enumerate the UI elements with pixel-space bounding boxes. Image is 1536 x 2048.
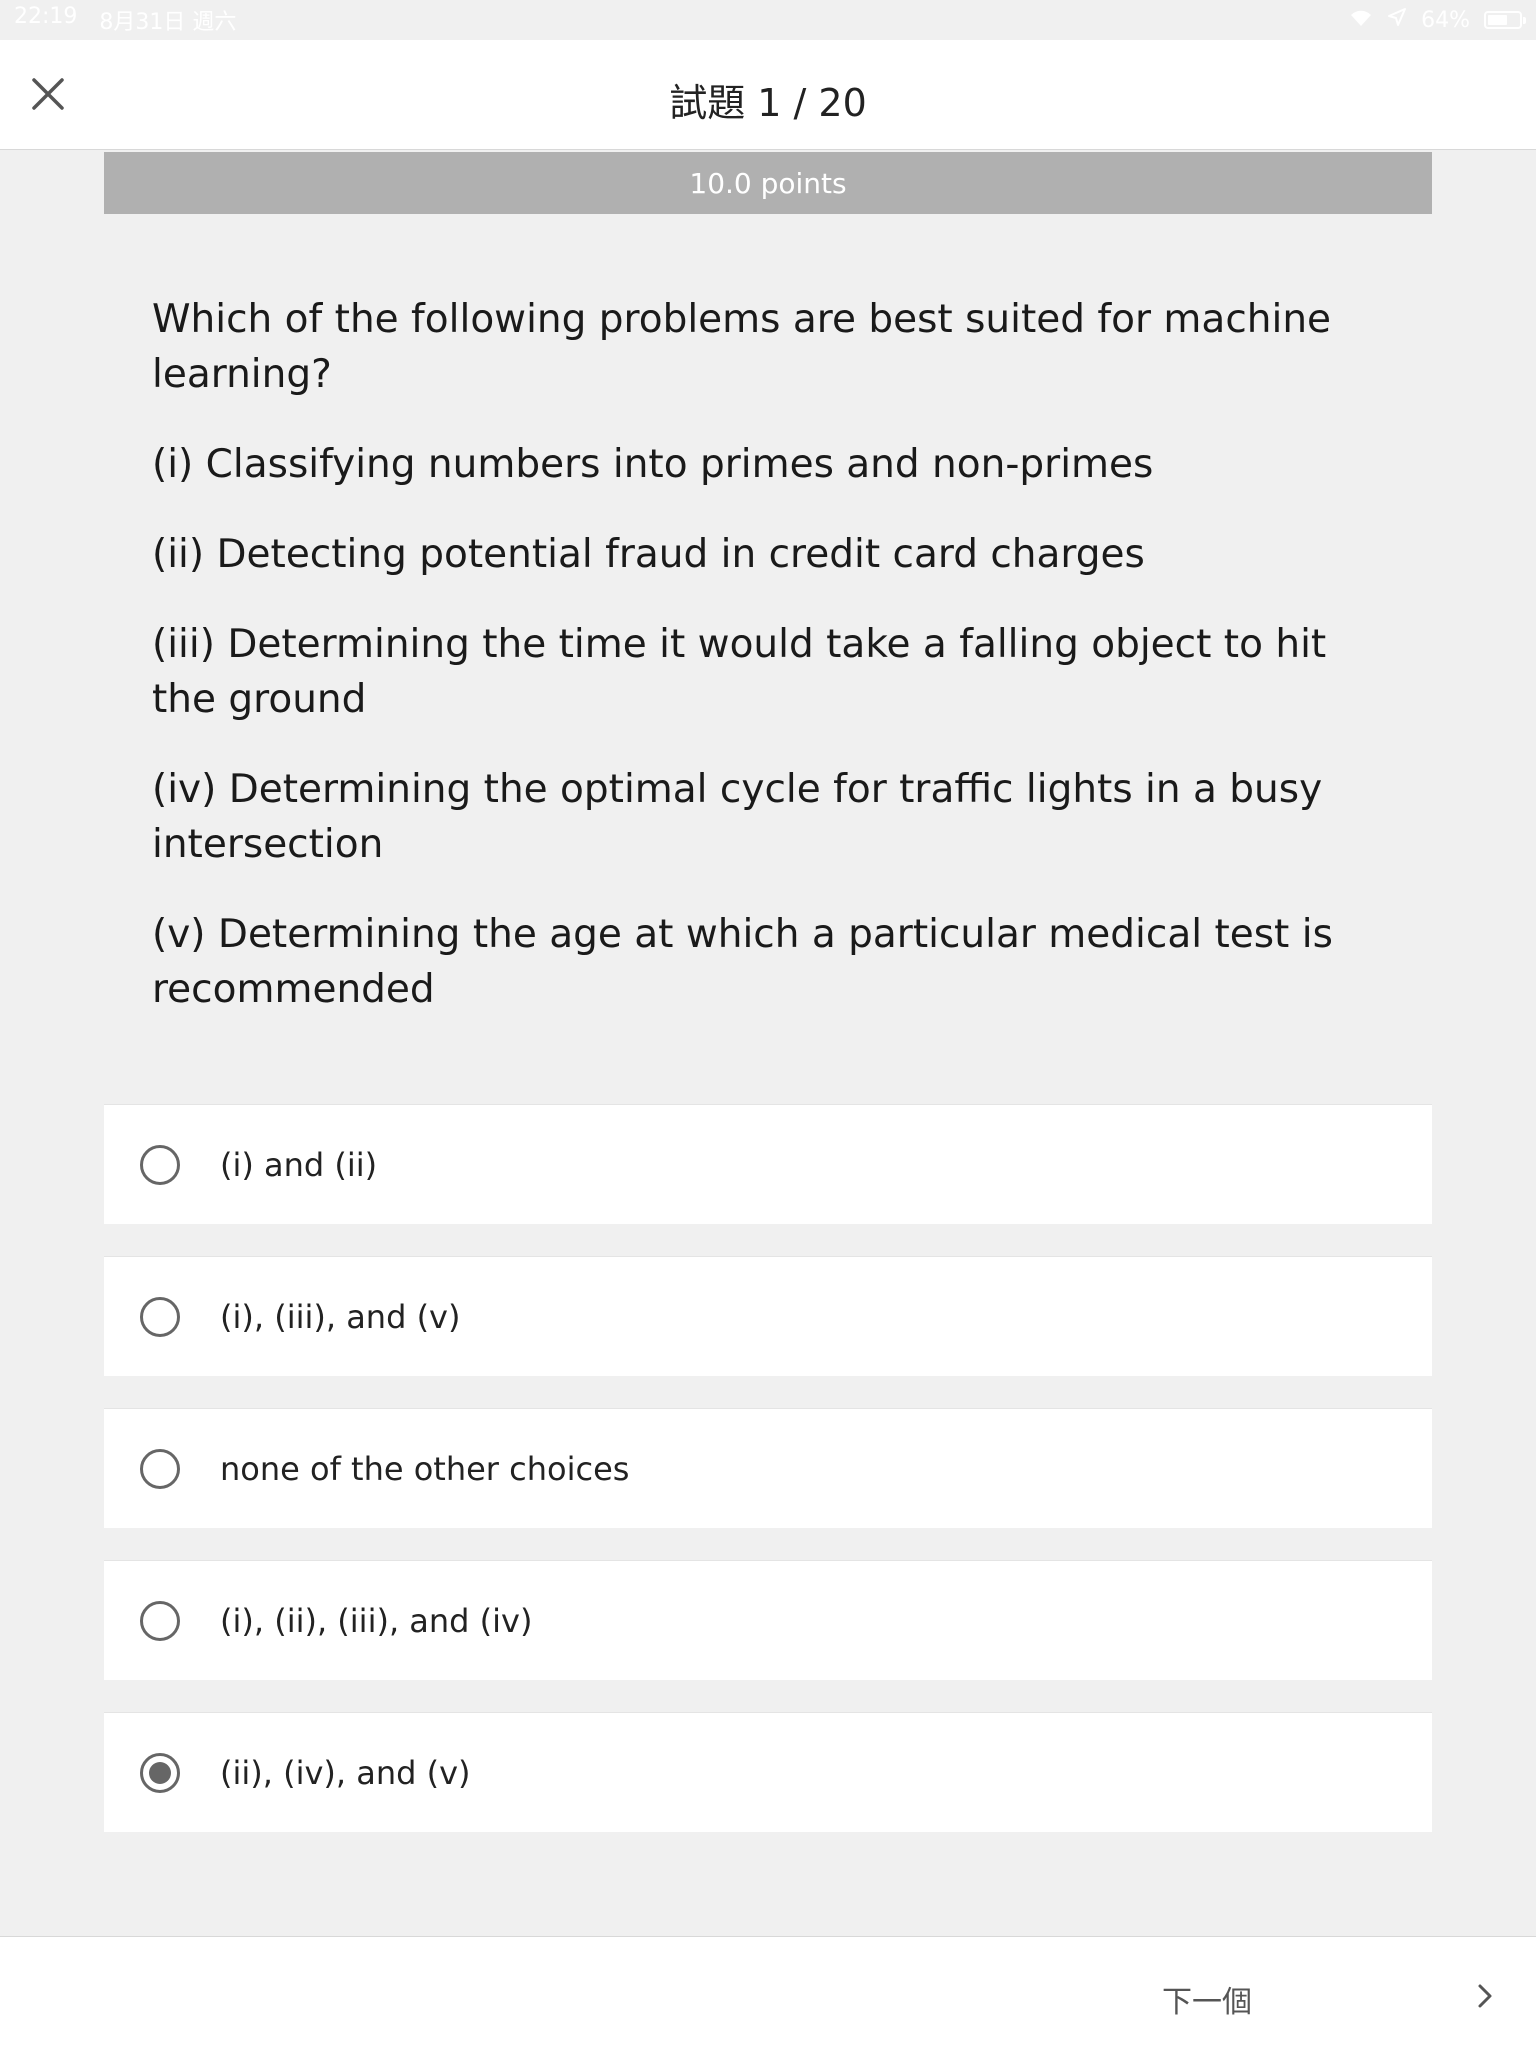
choice-label: (i) and (ii) (220, 1145, 378, 1184)
choice-label: none of the other choices (220, 1449, 630, 1488)
status-right: 64% (1349, 7, 1526, 33)
chevron-right-icon[interactable] (1470, 1981, 1500, 2011)
points-label: 10.0 points (689, 166, 847, 200)
points-banner: 10.0 points (104, 152, 1432, 214)
choice-label: (i), (ii), (iii), and (iv) (220, 1601, 533, 1640)
radio-button[interactable] (140, 1448, 180, 1489)
question-item: (iii) Determining the time it would take… (152, 622, 1327, 722)
choice-label: (i), (iii), and (v) (220, 1297, 461, 1336)
battery-level (1488, 15, 1508, 25)
answer-choice[interactable]: (ii), (iv), and (v) (104, 1712, 1432, 1832)
question-body: Which of the following problems are best… (152, 292, 1352, 1052)
question-prompt: Which of the following problems are best… (152, 297, 1332, 397)
wifi-icon (1349, 8, 1373, 33)
battery-icon (1484, 11, 1526, 29)
bottom-bar: 下一個 (0, 1936, 1536, 2048)
radio-button[interactable] (140, 1752, 180, 1793)
answer-choices: (i) and (ii) (i), (iii), and (v) none of… (104, 1104, 1432, 1864)
question-item: (i) Classifying numbers into primes and … (152, 442, 1154, 487)
answer-choice[interactable]: (i), (ii), (iii), and (iv) (104, 1560, 1432, 1680)
status-date: 8月31日 週六 (99, 10, 237, 35)
location-icon (1387, 7, 1407, 33)
choice-label: (ii), (iv), and (v) (220, 1753, 471, 1792)
question-item: (v) Determining the age at which a parti… (152, 912, 1333, 1012)
next-button[interactable]: 下一個 (1162, 1977, 1252, 2021)
header: 試題 1 / 20 (0, 40, 1536, 150)
answer-choice[interactable]: (i) and (ii) (104, 1104, 1432, 1224)
answer-choice[interactable]: (i), (iii), and (v) (104, 1256, 1432, 1376)
radio-button[interactable] (140, 1144, 180, 1185)
status-time: 22:19 (14, 4, 78, 29)
answer-choice[interactable]: none of the other choices (104, 1408, 1432, 1528)
radio-button[interactable] (140, 1600, 180, 1641)
status-bar: 22:19 8月31日 週六 64% (0, 0, 1536, 40)
battery-percent: 64% (1421, 7, 1470, 33)
status-left: 22:19 8月31日 週六 (14, 4, 236, 36)
question-item: (ii) Detecting potential fraud in credit… (152, 532, 1145, 577)
page-title: 試題 1 / 20 (669, 81, 867, 125)
radio-button[interactable] (140, 1296, 180, 1337)
question-item: (iv) Determining the optimal cycle for t… (152, 767, 1323, 867)
